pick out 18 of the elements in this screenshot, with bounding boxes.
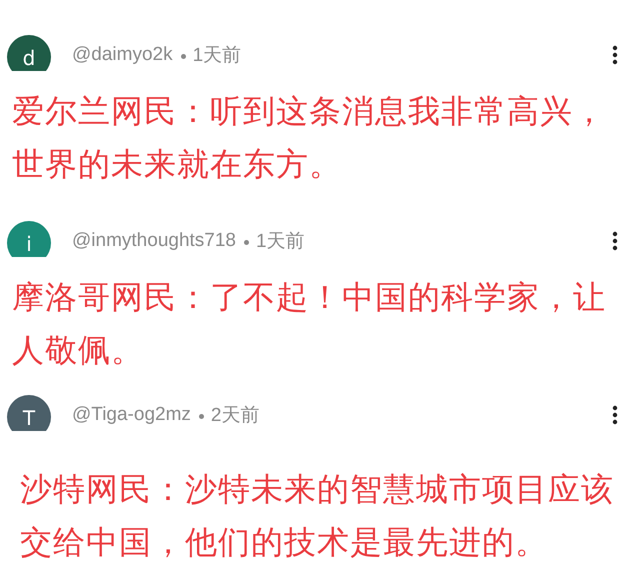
more-icon[interactable] bbox=[612, 45, 618, 65]
comment-handle[interactable]: @Tiga-og2mz bbox=[72, 404, 191, 426]
avatar[interactable]: d bbox=[7, 35, 51, 71]
comment-time: 2天前 bbox=[210, 404, 260, 428]
avatar[interactable]: i bbox=[7, 221, 51, 257]
separator-dot-icon bbox=[244, 240, 249, 244]
separator-dot-icon bbox=[180, 54, 186, 58]
comment-text: 摩洛哥网民：了不起！中国的科学家，让人敬佩。 bbox=[11, 277, 607, 371]
comment-text: 沙特网民：沙特未来的智慧城市项目应该交给中国，他们的技术是最先进的。 bbox=[19, 469, 615, 563]
more-icon[interactable] bbox=[612, 405, 618, 425]
comment-text: 爱尔兰网民：听到这条消息我非常高兴，世界的未来就在东方。 bbox=[11, 91, 607, 185]
comment-handle[interactable]: @inmythoughts718 bbox=[72, 230, 236, 252]
avatar[interactable]: T bbox=[7, 395, 51, 431]
comment-time: 1天前 bbox=[256, 230, 305, 254]
comment-time: 1天前 bbox=[192, 44, 242, 68]
comment-handle[interactable]: @daimyo2k bbox=[72, 44, 173, 66]
more-icon[interactable] bbox=[612, 231, 618, 251]
separator-dot-icon bbox=[198, 414, 204, 418]
